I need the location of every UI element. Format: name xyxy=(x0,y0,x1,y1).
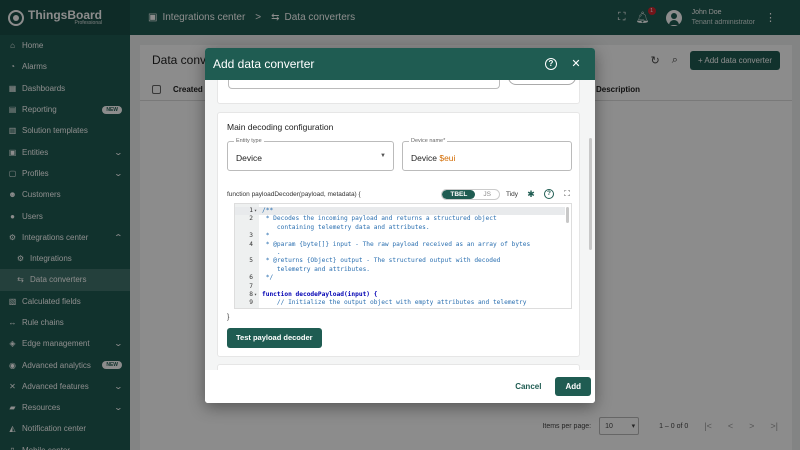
line-number: 5 xyxy=(249,257,253,265)
dialog-body: Main decoding configuration Entity type … xyxy=(205,80,595,370)
code-line: containing telemetry data and attributes… xyxy=(235,224,565,232)
language-toggle: TBEL JS xyxy=(441,188,500,200)
entity-type-label: Entity type xyxy=(234,138,264,144)
code-text: * @returns {Object} output - The structu… xyxy=(262,257,501,265)
line-number: 7 xyxy=(249,282,253,290)
device-name-value: Device $eui xyxy=(411,153,455,163)
fullscreen-icon[interactable]: ⛶ xyxy=(562,189,572,199)
code-line: 5 * @returns {Object} output - The struc… xyxy=(235,257,565,265)
line-number: 9 xyxy=(249,299,253,307)
converter-name-field[interactable] xyxy=(228,80,500,89)
function-closing-brace: } xyxy=(227,314,230,321)
dialog-footer: Cancel Add xyxy=(205,370,595,403)
code-text: /** xyxy=(262,207,274,214)
device-name-field[interactable]: Device name* Device $eui xyxy=(402,138,572,171)
fold-toggle-icon[interactable]: ▾ xyxy=(254,291,257,299)
help-icon[interactable]: ? xyxy=(544,189,554,199)
code-line: 8 ▾ function decodePayload(input) { xyxy=(235,291,565,299)
converter-type-toggle[interactable] xyxy=(508,80,576,85)
code-line: 3 * xyxy=(235,232,565,240)
code-text: * @param {byte[]} input - The raw payloa… xyxy=(262,240,531,248)
debug-bug-icon[interactable]: ✱ xyxy=(526,189,536,200)
line-number: 6 xyxy=(249,274,253,282)
close-icon[interactable]: ✕ xyxy=(570,58,582,70)
decoder-toolbar: function payloadDecoder(payload, metadat… xyxy=(227,187,572,201)
main-decoding-card: Main decoding configuration Entity type … xyxy=(217,112,580,357)
code-text: . xyxy=(262,249,281,256)
code-text: containing telemetry data and attributes… xyxy=(262,223,430,231)
device-name-variable: $eui xyxy=(439,153,456,163)
add-data-converter-dialog: Add data converter ? ✕ Main decoding con… xyxy=(205,48,595,403)
line-number: 8 xyxy=(249,291,253,298)
code-line: telemetry and attributes. xyxy=(235,266,565,274)
line-number: 3 xyxy=(249,232,253,240)
line-number: 1 xyxy=(249,207,253,214)
help-icon[interactable]: ? xyxy=(545,58,557,70)
code-text: // Initialize the output object with emp… xyxy=(262,299,527,307)
dialog-header: Add data converter ? ✕ xyxy=(205,48,595,80)
line-number: 2 xyxy=(249,215,253,223)
lang-tbel-option[interactable]: TBEL xyxy=(442,189,476,199)
add-button[interactable]: Add xyxy=(555,377,591,396)
lang-js-option[interactable]: JS xyxy=(475,190,499,199)
code-line: 6 */ xyxy=(235,274,565,282)
code-text: * xyxy=(262,232,270,240)
dropdown-arrow-icon: ▼ xyxy=(380,153,386,159)
function-signature: function payloadDecoder(payload, metadat… xyxy=(227,190,361,198)
tidy-button[interactable]: Tidy xyxy=(506,191,518,198)
code-text: telemetry and attributes. xyxy=(262,265,371,273)
code-line: 1 ▾ /** xyxy=(235,207,565,216)
dialog-title: Add data converter xyxy=(213,57,315,71)
section-title: Main decoding configuration xyxy=(227,122,334,132)
code-text: function decodePayload(input) { xyxy=(262,291,378,298)
device-name-prefix: Device xyxy=(411,153,440,163)
code-line: . xyxy=(235,249,565,257)
entity-type-value: Device xyxy=(236,153,262,163)
fold-toggle-icon[interactable]: ▾ xyxy=(254,207,257,215)
device-name-label: Device name* xyxy=(409,138,448,144)
code-line: 7 xyxy=(235,283,565,291)
editor-scrollbar[interactable] xyxy=(566,207,569,223)
code-line: for clarity. xyxy=(235,308,565,309)
code-editor[interactable]: 1 ▾/** 2 * Decodes the incoming payload an… xyxy=(234,203,572,309)
entity-type-select[interactable]: Entity type Device ▼ xyxy=(227,138,394,171)
test-payload-decoder-button[interactable]: Test payload decoder xyxy=(227,328,322,348)
cancel-button[interactable]: Cancel xyxy=(511,378,545,395)
general-card xyxy=(217,80,580,104)
code-line: 2 * Decodes the incoming payload and ret… xyxy=(235,215,565,223)
code-text: */ xyxy=(262,274,274,282)
code-line: 4 * @param {byte[]} input - The raw payl… xyxy=(235,241,565,249)
dialog-scrollbar[interactable] xyxy=(589,138,592,250)
code-text: for clarity. xyxy=(262,308,337,309)
code-text: * Decodes the incoming payload and retur… xyxy=(262,215,497,223)
code-line: 9 // Initialize the output object with e… xyxy=(235,299,565,307)
line-number: 4 xyxy=(249,240,253,248)
